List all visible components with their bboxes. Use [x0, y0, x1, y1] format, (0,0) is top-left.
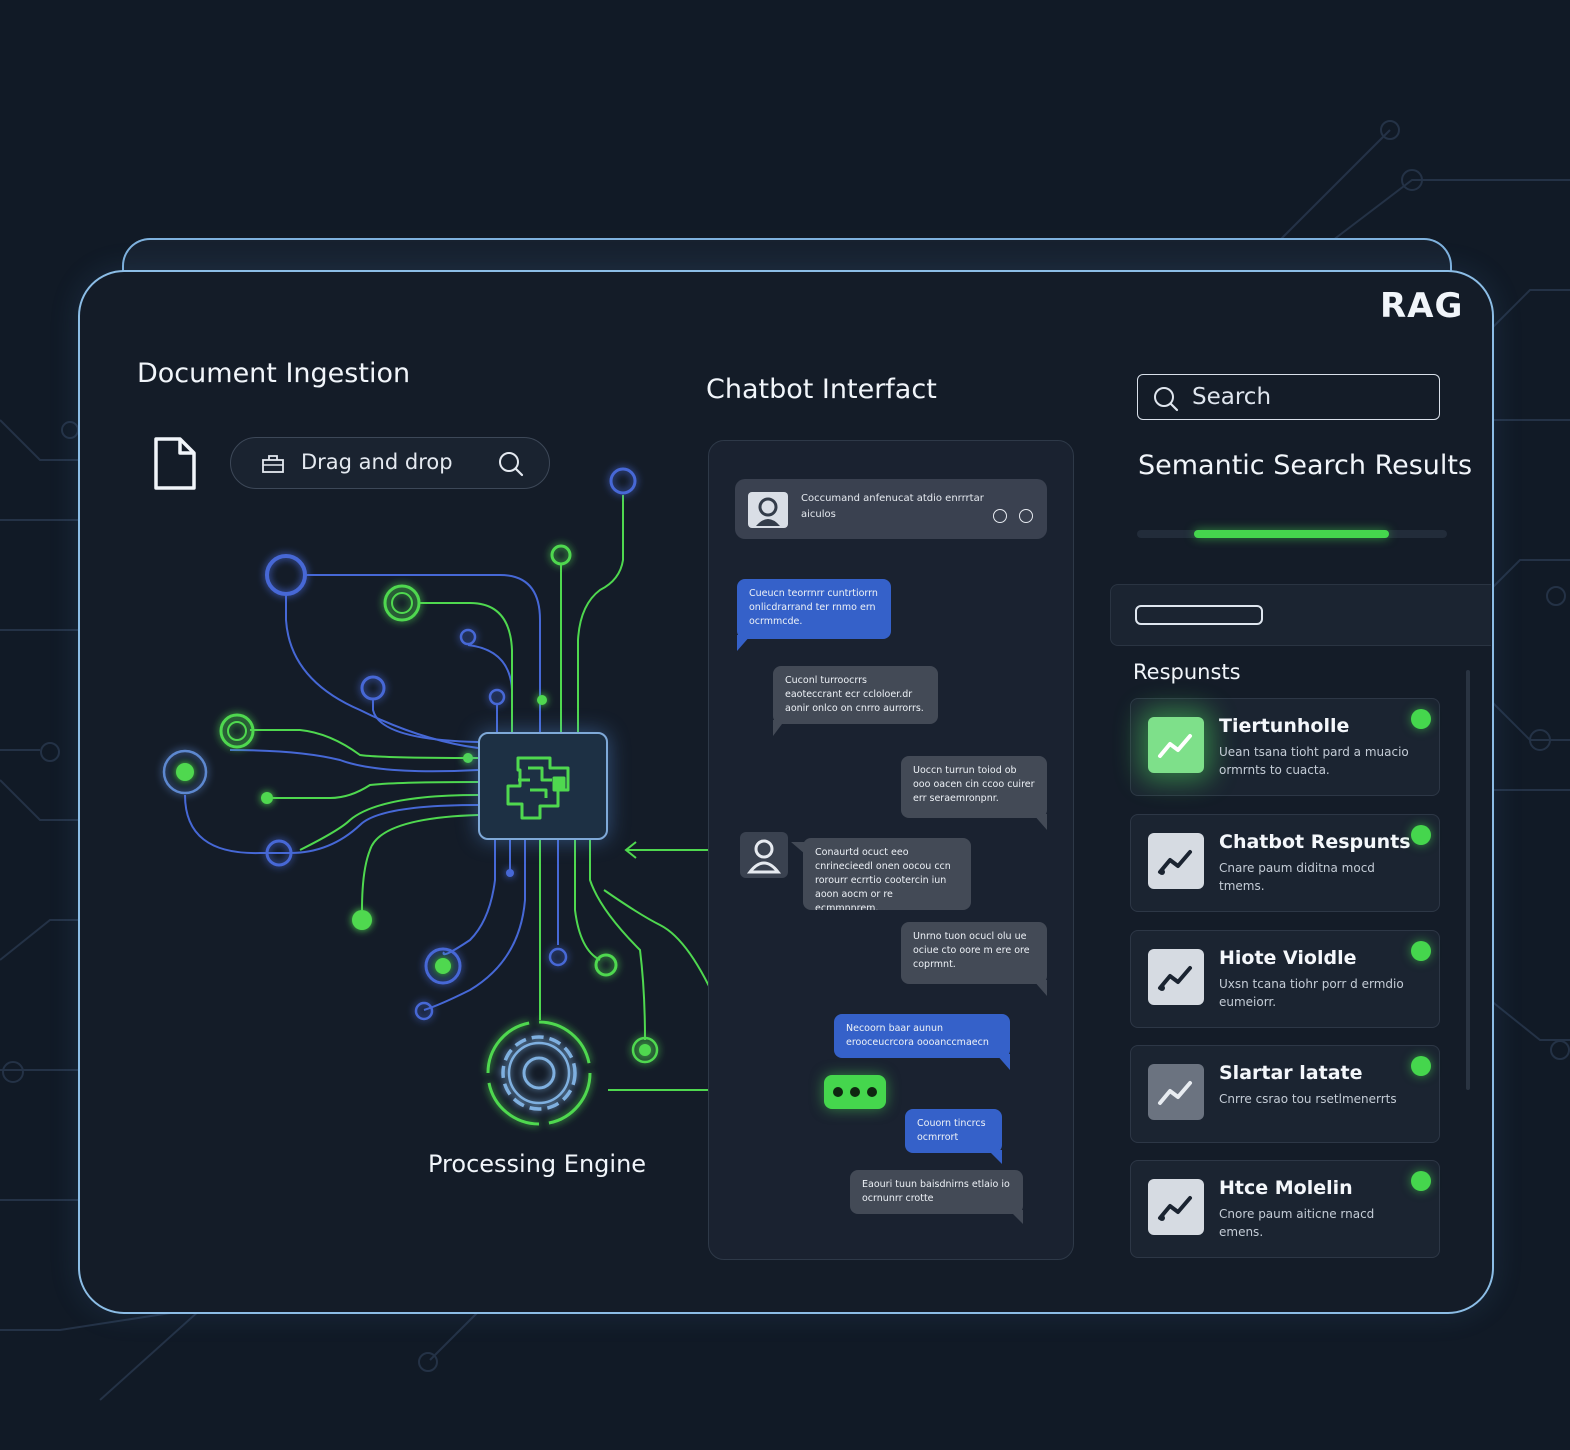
- results-progress-bar: [1137, 530, 1447, 538]
- responses-label: Respunsts: [1133, 660, 1241, 684]
- result-description: Uean tsana tioht pard a muacio ormrnts t…: [1219, 745, 1409, 777]
- search-icon: [1154, 387, 1179, 412]
- status-dot: [1411, 825, 1431, 845]
- result-description: Cnore paum aiticne rnacd emens.: [1219, 1207, 1375, 1239]
- result-title: Htce Molelin: [1219, 1177, 1353, 1199]
- trend-chart-icon: [1148, 833, 1204, 889]
- result-description: Cnare paum diditna mocd tmems.: [1219, 861, 1375, 893]
- drag-and-drop-zone[interactable]: Drag and drop: [230, 437, 550, 489]
- search-icon[interactable]: [497, 450, 525, 478]
- result-card[interactable]: Hiote Violdle Uxsn tcana tiohr porr d erm…: [1130, 930, 1440, 1028]
- typing-indicator: [824, 1075, 886, 1109]
- search-input[interactable]: Search: [1137, 374, 1440, 420]
- chat-message: Conaurtd ocuct eeo cnrinecieedl onen ooc…: [803, 838, 971, 910]
- status-dot: [1411, 709, 1431, 729]
- result-description: Cnrre csrao tou rsetlmenerrts: [1219, 1092, 1397, 1106]
- chat-message: Uoccn turrun toiod ob ooo oacen cin ccoo…: [901, 756, 1047, 818]
- processing-engine-label: Processing Engine: [428, 1150, 647, 1178]
- semantic-search-results-title: Semantic Search Results: [1138, 450, 1473, 481]
- app-title: RAG: [1380, 286, 1464, 326]
- avatar: [748, 492, 788, 528]
- filter-bar: [1110, 584, 1491, 646]
- document-icon: [154, 437, 196, 490]
- chat-header: Coccumand anfenucat atdio enrrrtar aicul…: [735, 479, 1047, 539]
- document-ingestion-title: Document Ingestion: [137, 358, 411, 389]
- result-title: Tiertunholle: [1219, 715, 1350, 737]
- progress-fill: [1194, 530, 1389, 538]
- dropzone-label: Drag and drop: [301, 450, 453, 474]
- filter-input[interactable]: [1135, 605, 1263, 625]
- chat-message: Necoorn baar aunun erooceucrcora oooancc…: [834, 1014, 1010, 1058]
- user-icon: [746, 839, 782, 874]
- result-card[interactable]: Htce Molelin Cnore paum aiticne rnacd eme…: [1130, 1160, 1440, 1258]
- status-dot: [1411, 1171, 1431, 1191]
- result-card[interactable]: Chatbot Respunts Cnare paum diditna mocd …: [1130, 814, 1440, 912]
- header-option-icon[interactable]: [993, 509, 1007, 523]
- result-description: Uxsn tcana tiohr porr d ermdio eumeiorr.: [1219, 977, 1404, 1009]
- search-placeholder: Search: [1192, 384, 1272, 410]
- chat-message: Unrno tuon ocucl olu ue ociue cto oore m…: [901, 922, 1047, 984]
- ai-processor-chip: [478, 732, 608, 840]
- header-option-icon[interactable]: [1019, 509, 1033, 523]
- chat-message: Cueucn teorrnrr cuntrtiorrn onlicdrarran…: [737, 579, 891, 639]
- chat-header-text: Coccumand anfenucat atdio enrrrtar aicul…: [801, 493, 984, 520]
- trend-chart-icon: [1148, 949, 1204, 1005]
- chat-message: Cuconl turroocrrs eaoteccrant ecr cclolo…: [773, 666, 938, 724]
- chatbot-interface-title: Chatbot Interfact: [706, 374, 937, 405]
- chat-message: Eaouri tuun baisdnirns etlaio io ocrnunr…: [850, 1170, 1023, 1214]
- result-card[interactable]: Tiertunholle Uean tsana tioht pard a muac…: [1130, 698, 1440, 796]
- user-avatar: [740, 832, 788, 878]
- result-title: Chatbot Respunts: [1219, 831, 1411, 853]
- upload-tray-icon: [262, 455, 284, 473]
- trend-chart-icon: [1148, 1179, 1204, 1235]
- brain-chip-icon: [506, 756, 570, 820]
- results-scrollbar[interactable]: [1466, 670, 1470, 1090]
- status-dot: [1411, 1056, 1431, 1076]
- trend-chart-icon: [1148, 717, 1204, 773]
- result-title: Slartar latate: [1219, 1062, 1363, 1084]
- status-dot: [1411, 941, 1431, 961]
- trend-chart-icon: [1148, 1064, 1204, 1120]
- chat-message: Couorn tincrcs ocmrrort: [905, 1109, 1002, 1153]
- result-title: Hiote Violdle: [1219, 947, 1357, 969]
- result-card[interactable]: Slartar latate Cnrre csrao tou rsetlmener…: [1130, 1045, 1440, 1143]
